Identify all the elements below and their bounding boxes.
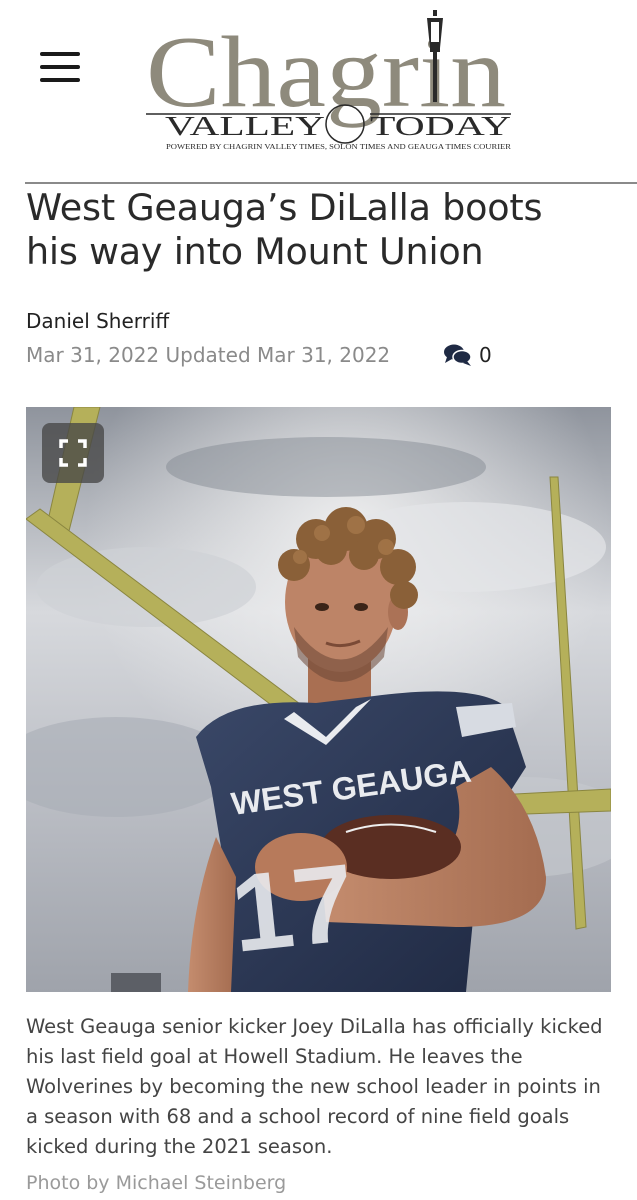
- header-divider: [25, 182, 637, 184]
- hamburger-menu-icon[interactable]: [40, 52, 80, 82]
- site-header: Chagrin VALLEY TODAY POWERED BY CHAGRIN …: [0, 0, 637, 184]
- expand-icon: [59, 439, 87, 467]
- comment-count: 0: [479, 343, 492, 367]
- logo-valley-text: VALLEY: [165, 111, 325, 141]
- headline-line-1: West Geauga’s DiLalla boots: [26, 186, 543, 229]
- headline-line-2: his way into Mount Union: [26, 230, 484, 273]
- article-headline: West Geauga’s DiLalla boots his way into…: [26, 186, 616, 274]
- author-link[interactable]: Daniel Sherriff: [26, 309, 169, 333]
- jersey-number: 17: [226, 841, 361, 976]
- logo-today-text: TODAY: [370, 111, 511, 141]
- comments-link[interactable]: 0: [443, 341, 492, 369]
- article-dates: Mar 31, 2022 Updated Mar 31, 2022: [26, 343, 391, 367]
- comments-icon: [444, 344, 472, 366]
- site-logo[interactable]: Chagrin VALLEY TODAY POWERED BY CHAGRIN …: [146, 8, 516, 158]
- article-photo[interactable]: WEST GEAUGA 17: [26, 407, 611, 992]
- expand-photo-button[interactable]: [42, 423, 104, 483]
- photo-caption: West Geauga senior kicker Joey DiLalla h…: [26, 1015, 603, 1158]
- photo-credit: Photo by Michael Steinberg: [26, 1172, 287, 1194]
- logo-tagline: POWERED BY CHAGRIN VALLEY TIMES, SOLON T…: [166, 143, 511, 151]
